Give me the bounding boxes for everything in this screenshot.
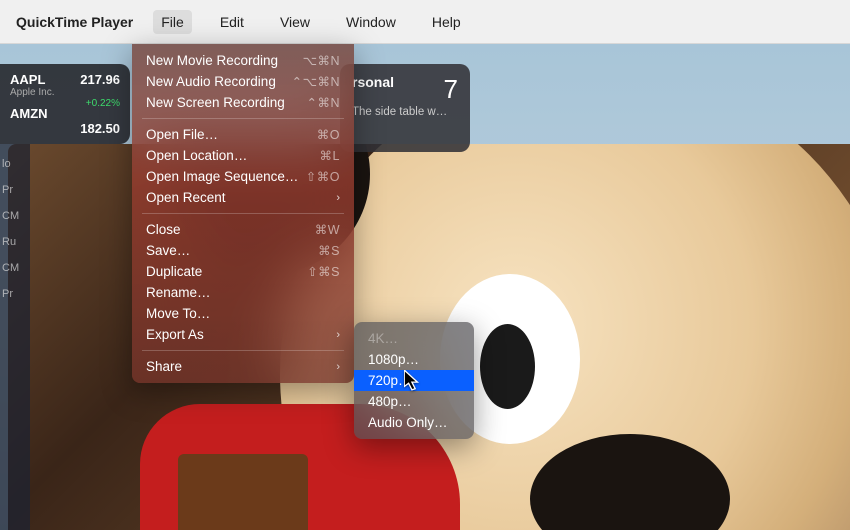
menu-item-label: Share bbox=[146, 359, 182, 374]
note-widget[interactable]: rsonal 7 The side table w… bbox=[340, 64, 470, 152]
menu-export-as[interactable]: Export As › bbox=[132, 324, 354, 345]
menu-item-label: Close bbox=[146, 222, 181, 237]
export-4k: 4K… bbox=[354, 328, 474, 349]
stock-symbol: AAPL bbox=[10, 72, 45, 87]
menu-item-label: Export As bbox=[146, 327, 204, 342]
export-1080p[interactable]: 1080p… bbox=[354, 349, 474, 370]
app-name: QuickTime Player bbox=[16, 14, 133, 30]
stock-symbol: AMZN bbox=[10, 106, 48, 121]
strip-chip: lo bbox=[2, 158, 28, 170]
menu-share[interactable]: Share › bbox=[132, 356, 354, 377]
chevron-right-icon: › bbox=[336, 329, 340, 341]
video-content-shape bbox=[530, 434, 730, 530]
menu-view[interactable]: View bbox=[272, 10, 318, 34]
menu-open-image-sequence[interactable]: Open Image Sequence… ⇧⌘O bbox=[132, 166, 354, 187]
file-menu-dropdown: New Movie Recording ⌥⌘N New Audio Recordi… bbox=[132, 44, 354, 383]
menu-new-movie-recording[interactable]: New Movie Recording ⌥⌘N bbox=[132, 50, 354, 71]
strip-chip: CM bbox=[2, 210, 28, 222]
export-720p[interactable]: 720p… bbox=[354, 370, 474, 391]
menu-open-file[interactable]: Open File… ⌘O bbox=[132, 124, 354, 145]
menu-duplicate[interactable]: Duplicate ⇧⌘S bbox=[132, 261, 354, 282]
shortcut: ⌃⌘N bbox=[306, 95, 340, 110]
export-audio-only[interactable]: Audio Only… bbox=[354, 412, 474, 433]
menubar: QuickTime Player File Edit View Window H… bbox=[0, 0, 850, 44]
stock-change: +0.22% bbox=[86, 98, 120, 109]
note-badge: 7 bbox=[444, 74, 458, 105]
menu-edit[interactable]: Edit bbox=[212, 10, 252, 34]
menu-open-recent[interactable]: Open Recent › bbox=[132, 187, 354, 208]
menu-item-label: Duplicate bbox=[146, 264, 202, 279]
menu-new-screen-recording[interactable]: New Screen Recording ⌃⌘N bbox=[132, 92, 354, 113]
menu-open-location[interactable]: Open Location… ⌘L bbox=[132, 145, 354, 166]
menu-file[interactable]: File bbox=[153, 10, 192, 34]
shortcut: ⌃⌥⌘N bbox=[292, 74, 340, 89]
chevron-right-icon: › bbox=[336, 361, 340, 373]
shortcut: ⇧⌘O bbox=[306, 169, 340, 184]
shortcut: ⌘O bbox=[317, 127, 340, 142]
menu-item-label: New Screen Recording bbox=[146, 95, 285, 110]
stocks-widget[interactable]: AAPL 217.96 Apple Inc. +0.22% AMZN 182.5… bbox=[0, 64, 130, 144]
chevron-right-icon: › bbox=[336, 192, 340, 204]
export-480p[interactable]: 480p… bbox=[354, 391, 474, 412]
stock-price: 182.50 bbox=[80, 121, 120, 136]
menu-item-label: Open Image Sequence… bbox=[146, 169, 298, 184]
menu-separator bbox=[142, 350, 344, 351]
menu-item-label: New Movie Recording bbox=[146, 53, 278, 68]
shortcut: ⇧⌘S bbox=[307, 264, 340, 279]
strip-chip: Pr bbox=[2, 288, 28, 300]
menu-item-label: New Audio Recording bbox=[146, 74, 276, 89]
menu-new-audio-recording[interactable]: New Audio Recording ⌃⌥⌘N bbox=[132, 71, 354, 92]
shortcut: ⌘L bbox=[320, 148, 340, 163]
strip-chip: Pr bbox=[2, 184, 28, 196]
menu-save[interactable]: Save… ⌘S bbox=[132, 240, 354, 261]
menu-item-label: Open File… bbox=[146, 127, 218, 142]
menu-item-label: Save… bbox=[146, 243, 190, 258]
left-blur-strip: lo Pr CM Ru CM Pr bbox=[0, 144, 30, 530]
menu-help[interactable]: Help bbox=[424, 10, 469, 34]
shortcut: ⌘S bbox=[318, 243, 340, 258]
stock-price: 217.96 bbox=[80, 72, 120, 87]
stock-name: Apple Inc. bbox=[10, 87, 120, 98]
desktop: AAPL 217.96 Apple Inc. +0.22% AMZN 182.5… bbox=[0, 44, 850, 530]
menu-item-label: Open Location… bbox=[146, 148, 247, 163]
menu-item-label: Move To… bbox=[146, 306, 210, 321]
menu-rename[interactable]: Rename… bbox=[132, 282, 354, 303]
strip-chip: CM bbox=[2, 262, 28, 274]
menu-window[interactable]: Window bbox=[338, 10, 404, 34]
video-content-shape bbox=[178, 454, 308, 530]
note-body: The side table w… bbox=[352, 106, 458, 118]
menu-separator bbox=[142, 213, 344, 214]
stock-row[interactable]: AAPL 217.96 Apple Inc. +0.22% bbox=[10, 72, 120, 98]
menu-close[interactable]: Close ⌘W bbox=[132, 219, 354, 240]
menu-item-label: Open Recent bbox=[146, 190, 226, 205]
menu-separator bbox=[142, 118, 344, 119]
export-as-submenu: 4K… 1080p… 720p… 480p… Audio Only… bbox=[354, 322, 474, 439]
strip-chip: Ru bbox=[2, 236, 28, 248]
menu-move-to[interactable]: Move To… bbox=[132, 303, 354, 324]
note-title: rsonal bbox=[352, 74, 458, 90]
shortcut: ⌥⌘N bbox=[303, 53, 340, 68]
menu-item-label: Rename… bbox=[146, 285, 211, 300]
shortcut: ⌘W bbox=[315, 222, 340, 237]
